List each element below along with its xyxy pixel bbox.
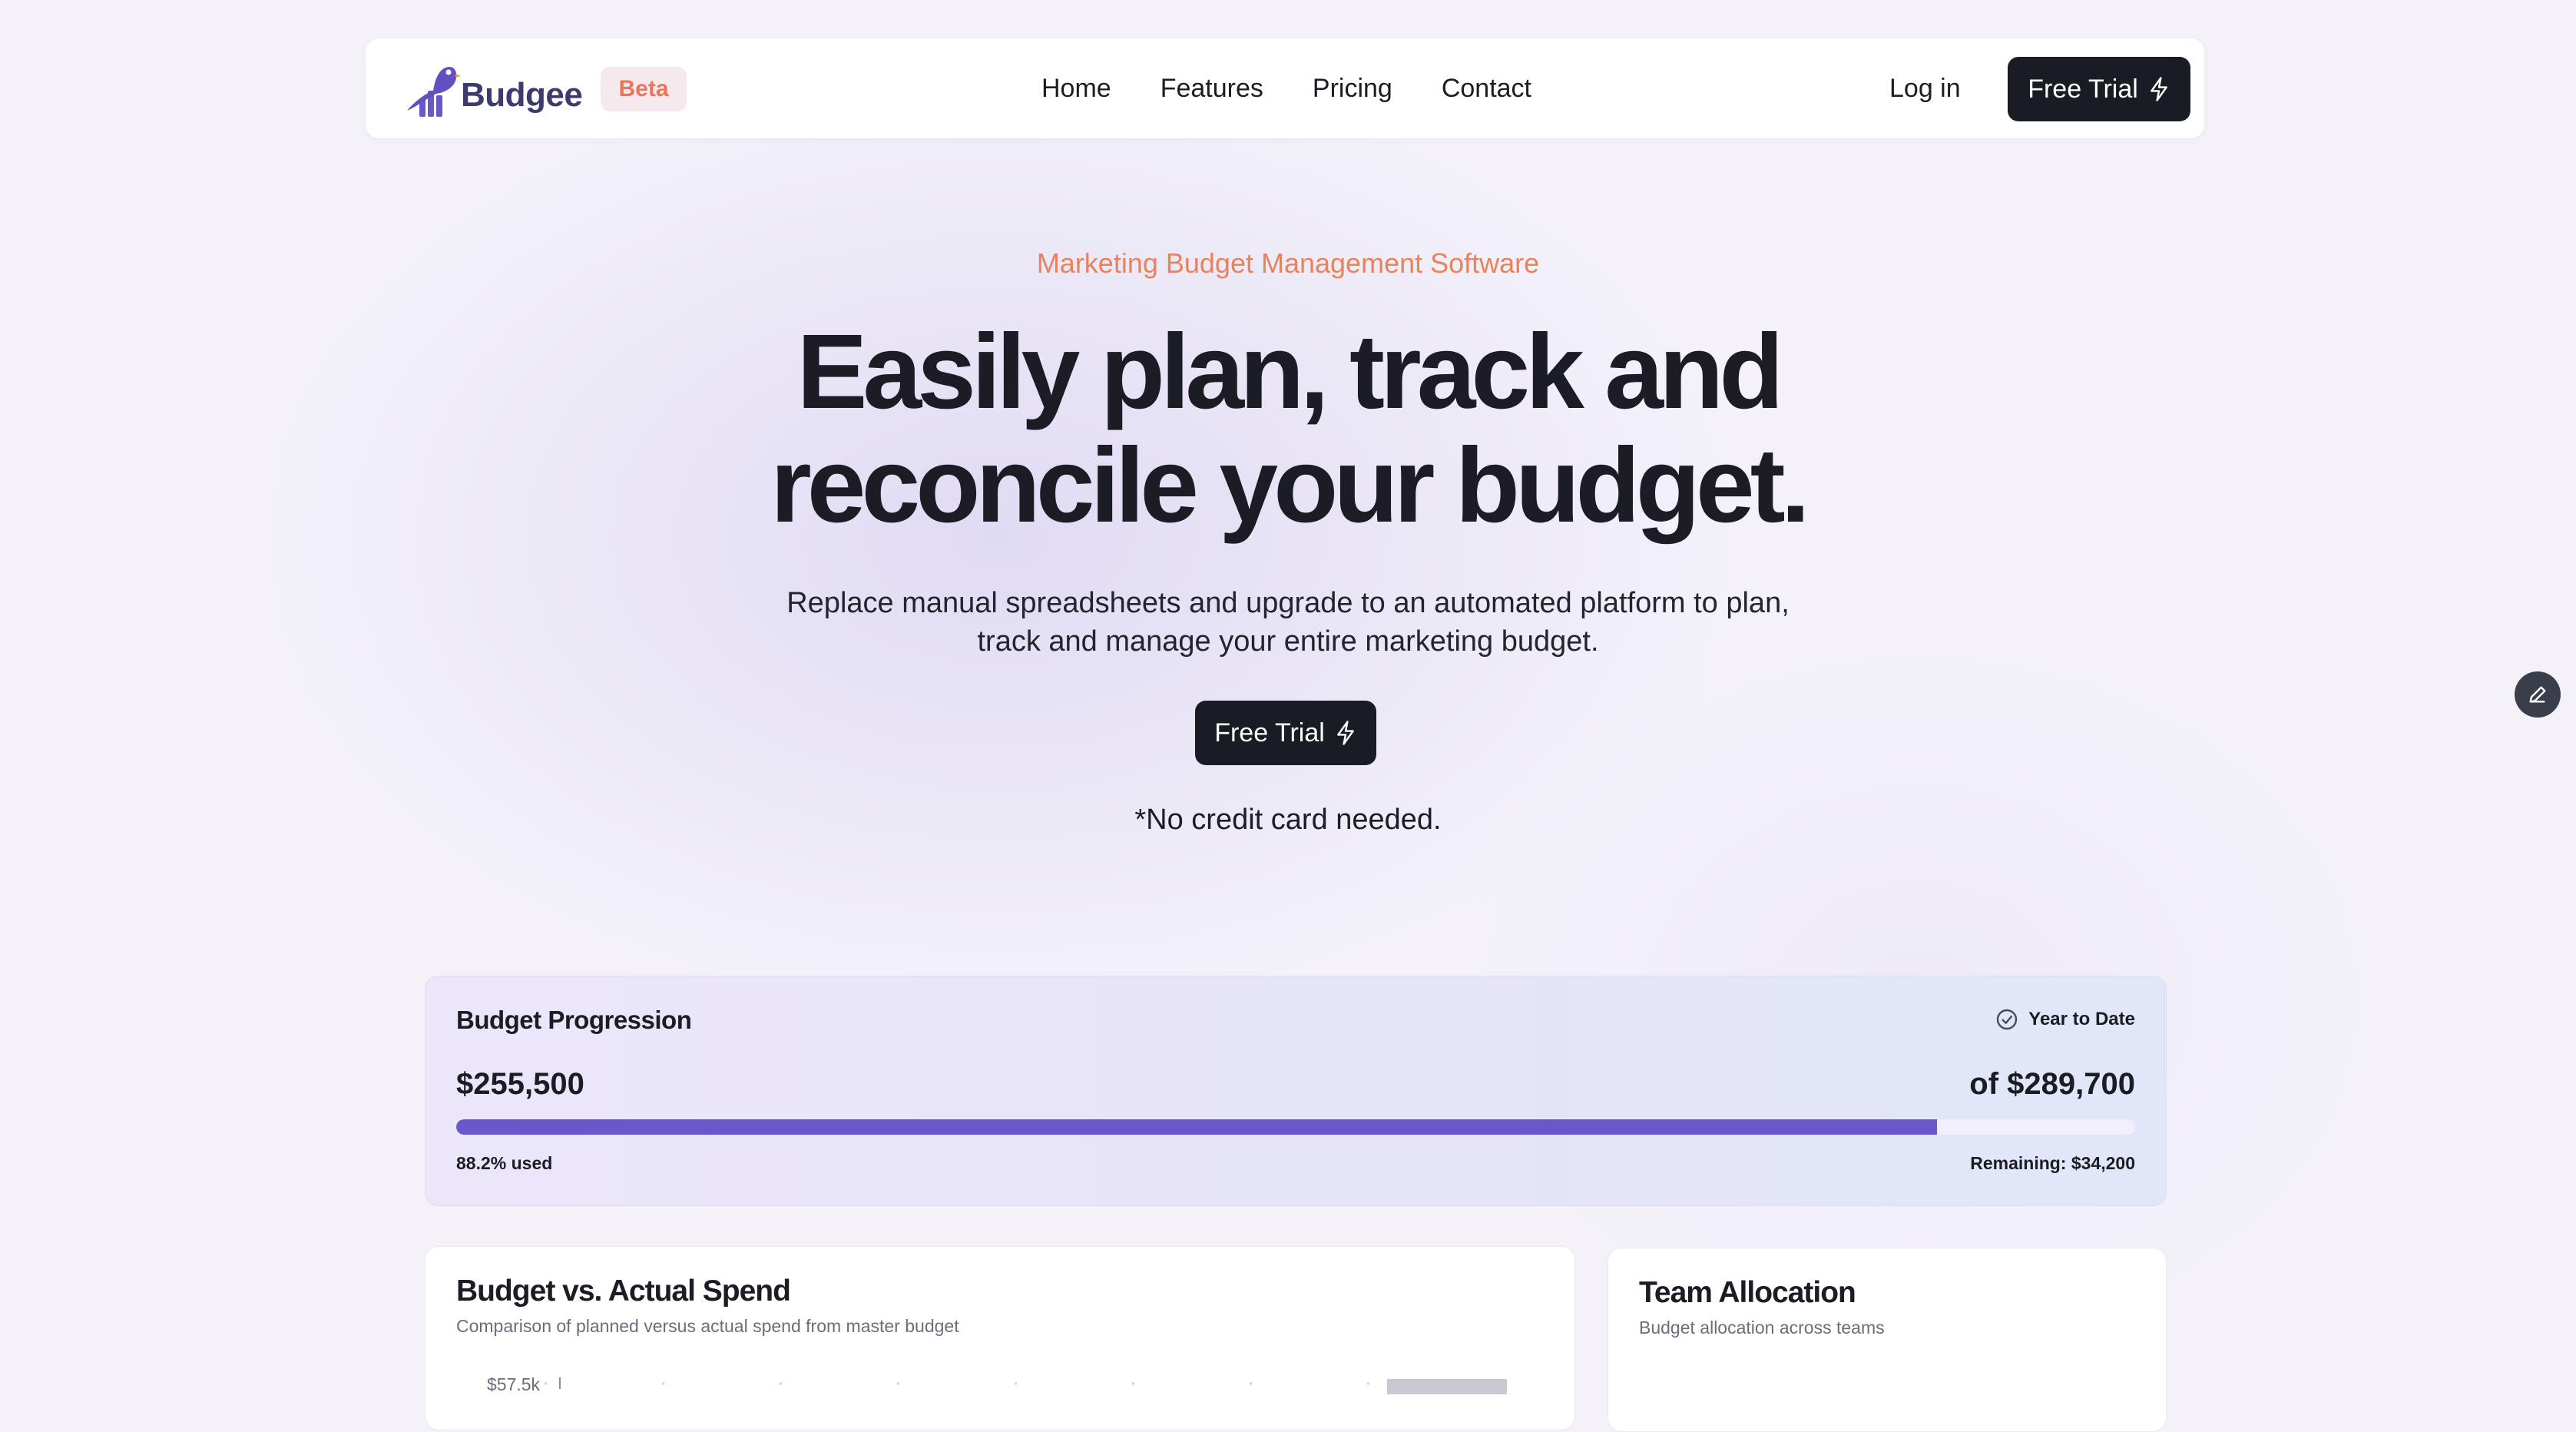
period-selector[interactable]: Year to Date (1995, 1007, 2135, 1032)
budget-vs-actual-chart (545, 1377, 1516, 1394)
top-navigation: Budgee Beta Home Features Pricing Contac… (366, 38, 2204, 138)
brand-name: Budgee (461, 76, 583, 114)
hero-subtext-line1: Replace manual spreadsheets and upgrade … (786, 587, 1790, 619)
nav-link-pricing[interactable]: Pricing (1313, 74, 1392, 104)
budget-progression-card: Budget Progression Year to Date $255,500… (425, 976, 2167, 1206)
nav-link-home[interactable]: Home (1041, 74, 1111, 104)
team-allocation-card: Team Allocation Budget allocation across… (1608, 1248, 2167, 1432)
budget-progress-fill (456, 1119, 1938, 1135)
budget-progress-bar (456, 1119, 2135, 1135)
no-credit-card-note: *No credit card needed. (1134, 804, 1442, 836)
team-allocation-title: Team Allocation (1639, 1276, 1856, 1309)
login-link[interactable]: Log in (1889, 38, 1961, 138)
nav-free-trial-label: Free Trial (2028, 74, 2138, 104)
hero-free-trial-button[interactable]: Free Trial (1195, 701, 1376, 765)
chart-bar (1387, 1379, 1507, 1394)
nav-links: Home Features Pricing Contact (1041, 38, 1531, 138)
lightning-bolt-icon (1336, 721, 1354, 745)
hero-headline: Easily plan, track and reconcile your bu… (0, 315, 2576, 542)
nav-link-contact[interactable]: Contact (1442, 74, 1531, 104)
total-budget: of $289,700 (1969, 1067, 2135, 1101)
edit-floating-button[interactable] (2515, 671, 2561, 718)
remaining-amount: Remaining: $34,200 (1970, 1153, 2135, 1173)
budget-vs-actual-card: Budget vs. Actual Spend Comparison of pl… (425, 1246, 1575, 1430)
hero-headline-line1: Easily plan, track and (796, 313, 1783, 431)
hero-headline-line2: reconcile your budget. (770, 426, 1810, 545)
nav-link-features[interactable]: Features (1161, 74, 1263, 104)
percent-used: 88.2% used (456, 1153, 553, 1173)
brand-logo[interactable]: Budgee (402, 55, 583, 121)
spent-amount: $255,500 (456, 1067, 584, 1101)
hero-free-trial-label: Free Trial (1214, 718, 1325, 747)
bird-logo-icon (407, 66, 461, 117)
hero-subtext-line2: track and manage your entire marketing b… (977, 625, 1599, 658)
y-axis-tick-top: $57.5k (487, 1374, 541, 1394)
period-label: Year to Date (2028, 1009, 2135, 1029)
budget-progression-title: Budget Progression (456, 1006, 692, 1034)
beta-badge: Beta (601, 67, 687, 111)
lightning-bolt-icon (2150, 77, 2167, 101)
hero-subtext: Replace manual spreadsheets and upgrade … (750, 584, 1826, 661)
check-circle-icon (1997, 1009, 2018, 1030)
pencil-icon (2529, 686, 2546, 703)
hero-eyebrow: Marketing Budget Management Software (1036, 247, 1540, 279)
team-allocation-subtitle: Budget allocation across teams (1639, 1318, 1885, 1338)
nav-free-trial-button[interactable]: Free Trial (2008, 57, 2190, 121)
